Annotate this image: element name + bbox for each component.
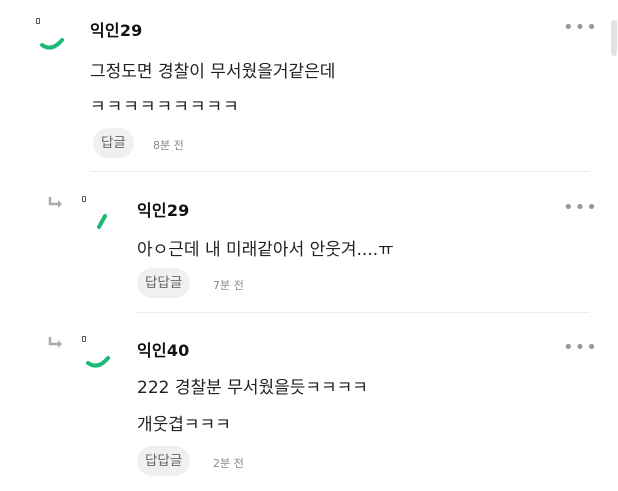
comment-timestamp: 8분 전 — [153, 139, 184, 152]
avatar-arc-icon — [40, 38, 64, 50]
comment-reply: 익인29 ••• 아ㅇ근데 내 미래같아서 안웃겨....ㅠ 답답글 7분 전 — [0, 180, 618, 310]
divider — [137, 312, 590, 313]
comment-author[interactable]: 익인29 — [137, 197, 190, 221]
comment-reply: 익인40 ••• 222 경찰분 무서웠을듯ㅋㅋㅋㅋ 개웃겹ㅋㅋㅋ 답답글 2분… — [0, 320, 618, 490]
avatar-arc-icon — [86, 356, 110, 368]
reply-arrow-icon — [48, 337, 62, 348]
avatar[interactable] — [82, 336, 122, 376]
reply-arrow-icon — [48, 197, 62, 208]
comment-text: 그정도면 경찰이 무서웠을거같은데 — [90, 62, 336, 82]
comment: 익인29 ••• 그정도면 경찰이 무서웠을거같은데 ㅋㅋㅋㅋㅋㅋㅋㅋㅋ 답글 … — [0, 0, 618, 170]
reply-button[interactable]: 답답글 — [137, 446, 191, 476]
comment-text: 개웃겹ㅋㅋㅋ — [137, 415, 231, 435]
divider — [90, 171, 590, 172]
comment-timestamp: 7분 전 — [213, 279, 244, 292]
avatar-arc-icon — [97, 214, 107, 229]
comment-author[interactable]: 익인29 — [90, 17, 143, 41]
more-dots-icon[interactable]: ••• — [563, 17, 598, 38]
avatar[interactable] — [82, 196, 122, 236]
comment-author[interactable]: 익인40 — [137, 337, 190, 361]
more-dots-icon[interactable]: ••• — [563, 337, 598, 358]
comment-timestamp: 2분 전 — [213, 457, 244, 470]
reply-button[interactable]: 답글 — [93, 128, 134, 158]
more-dots-icon[interactable]: ••• — [563, 197, 598, 218]
reply-button[interactable]: 답답글 — [137, 268, 191, 298]
comment-text: 222 경찰분 무서웠을듯ㅋㅋㅋㅋ — [137, 378, 368, 398]
avatar[interactable] — [36, 18, 76, 58]
comment-text: ㅋㅋㅋㅋㅋㅋㅋㅋㅋ — [90, 97, 240, 117]
comment-text: 아ㅇ근데 내 미래같아서 안웃겨....ㅠ — [137, 240, 394, 260]
